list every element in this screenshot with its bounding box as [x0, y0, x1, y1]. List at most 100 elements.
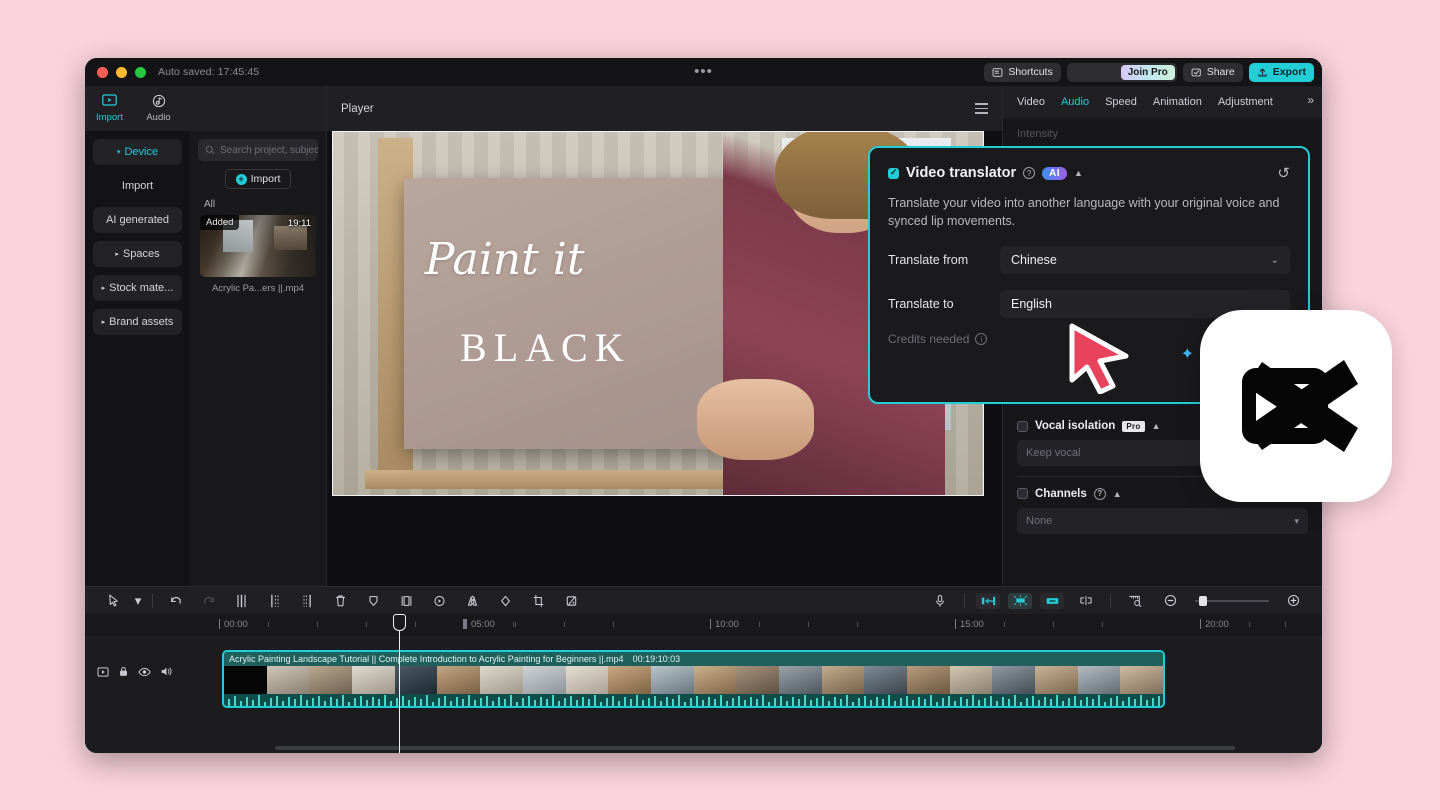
video-translator-checkbox[interactable] — [888, 167, 899, 179]
device-nav-list: ▾ Device Import AI generated ▸ Spaces ▸ — [85, 131, 190, 335]
tab-audio-inspector[interactable]: Audio — [1061, 96, 1089, 108]
credits-needed-label: Credits needed — [888, 332, 970, 347]
track-lock-icon[interactable] — [118, 666, 129, 680]
mirror-icon[interactable] — [456, 594, 489, 608]
media-panel-top — [190, 86, 326, 131]
media-section-label: All — [204, 199, 216, 210]
translator-description: Translate your video into another langua… — [888, 196, 1280, 229]
clip-duration: 00:19:10:03 — [632, 654, 681, 664]
export-icon — [1257, 67, 1268, 78]
media-item-thumbnail[interactable]: Added 19:11 — [200, 215, 316, 277]
player-title: Player — [341, 102, 374, 115]
translate-from-select[interactable]: Chinese ⌄ — [1000, 246, 1290, 275]
help-icon[interactable]: ? — [1093, 487, 1106, 500]
tab-import[interactable]: Import — [85, 94, 134, 123]
toolbar-divider — [152, 593, 153, 608]
snap-left-button[interactable] — [976, 592, 1000, 609]
trim-left-icon[interactable] — [258, 594, 291, 608]
trim-right-icon[interactable] — [291, 594, 324, 608]
share-button[interactable]: Share — [1182, 62, 1243, 82]
track-preview-icon[interactable] — [97, 666, 109, 680]
record-voiceover-icon[interactable] — [923, 594, 956, 608]
reset-icon[interactable]: ↺ — [1277, 164, 1290, 182]
shortcuts-icon — [992, 67, 1003, 78]
nav-item-ai-generated[interactable]: AI generated — [93, 207, 182, 233]
join-pro-button[interactable]: Join Pro — [1120, 64, 1175, 80]
zoom-out-icon[interactable] — [1154, 594, 1187, 607]
track-visibility-icon[interactable] — [138, 667, 151, 680]
close-window-icon[interactable] — [97, 66, 108, 78]
timeline-playhead[interactable] — [393, 614, 406, 753]
timeline-ruler[interactable]: 00:00 05:00 10:00 15:00 20:00 — [85, 614, 1322, 638]
ruler-tick-4: 20:00 — [1205, 619, 1229, 630]
capcut-logo — [1200, 310, 1392, 502]
marker-icon[interactable] — [357, 594, 390, 608]
nav-item-device[interactable]: ▾ Device — [93, 139, 182, 165]
tab-adjustment[interactable]: Adjustment — [1218, 96, 1273, 108]
auto-snap-button[interactable] — [1008, 592, 1032, 609]
split-icon[interactable] — [225, 594, 258, 608]
shortcuts-button[interactable]: Shortcuts — [984, 62, 1061, 82]
vocal-isolation-checkbox[interactable] — [1017, 420, 1028, 432]
playhead-grip[interactable] — [393, 614, 406, 631]
nav-item-import[interactable]: Import — [93, 173, 182, 199]
split-at-playhead-icon[interactable] — [1069, 595, 1102, 606]
nav-item-spaces[interactable]: ▸ Spaces — [93, 241, 182, 267]
translate-from-label: Translate from — [888, 253, 969, 268]
tab-animation[interactable]: Animation — [1153, 96, 1202, 108]
search-input[interactable]: Search project, subjects in — [198, 139, 318, 161]
preview-person-arm — [697, 379, 815, 460]
maximize-window-icon[interactable] — [135, 66, 146, 78]
collapse-icon[interactable]: ▲ — [1113, 489, 1122, 499]
collapse-icon[interactable]: ▲ — [1074, 168, 1083, 178]
help-icon[interactable]: ? — [1023, 167, 1036, 179]
reverse-icon[interactable] — [423, 594, 456, 608]
player-menu-icon[interactable] — [975, 103, 988, 114]
zoom-in-icon[interactable] — [1277, 594, 1310, 607]
nav-item-device-label: Device — [124, 146, 159, 158]
nav-item-stock-materials[interactable]: ▸ Stock mate... — [93, 275, 182, 301]
freeze-frame-icon[interactable] — [390, 594, 423, 608]
channels-checkbox[interactable] — [1017, 488, 1028, 499]
track-volume-icon[interactable] — [160, 666, 173, 680]
audio-icon — [134, 94, 183, 111]
export-button[interactable]: Export — [1248, 62, 1314, 82]
pro-pill[interactable]: Join Pro — [1066, 62, 1177, 82]
more-tabs-icon[interactable]: » — [1307, 93, 1314, 107]
timeline-horizontal-scrollbar[interactable] — [275, 746, 1235, 750]
chevron-right-icon: ▸ — [101, 284, 106, 292]
tab-video[interactable]: Video — [1017, 96, 1045, 108]
snap-right-button[interactable] — [1040, 592, 1064, 609]
window-controls[interactable]: Auto saved: 17:45:45 — [85, 66, 259, 78]
zoom-slider-knob[interactable] — [1199, 595, 1207, 606]
select-tool-icon[interactable] — [97, 594, 130, 607]
toolbar-divider — [964, 593, 965, 608]
timeline-toolbar-right — [923, 592, 1310, 609]
timeline-clip[interactable]: Acrylic Painting Landscape Tutorial || C… — [222, 650, 1165, 708]
minimize-window-icon[interactable] — [116, 66, 127, 78]
vocal-isolation-label: Vocal isolation — [1035, 420, 1116, 432]
tab-speed[interactable]: Speed — [1105, 96, 1137, 108]
zoom-slider[interactable] — [1195, 595, 1269, 606]
channels-select[interactable]: None ▾ — [1017, 508, 1308, 534]
info-icon[interactable]: i — [975, 333, 988, 346]
rotate-icon[interactable] — [489, 594, 522, 608]
crop-icon[interactable] — [522, 594, 555, 608]
timeline-zoom-fit-icon[interactable] — [1119, 595, 1152, 607]
screenshot-stage: Auto saved: 17:45:45 ••• Shortcuts Join … — [0, 0, 1440, 810]
search-icon — [205, 145, 215, 155]
translate-from-value: Chinese — [1011, 253, 1057, 268]
tab-audio[interactable]: Audio — [134, 94, 183, 123]
undo-icon[interactable] — [159, 594, 192, 607]
select-tool-dropdown-icon[interactable]: ▾ — [130, 593, 146, 609]
ruler-tick-1: 05:00 — [471, 619, 495, 630]
window-drag-handle[interactable]: ••• — [694, 64, 713, 79]
import-media-button[interactable]: + Import — [225, 169, 291, 189]
nav-item-brand-assets[interactable]: ▸ Brand assets — [93, 309, 182, 335]
mute-clip-icon[interactable] — [555, 594, 588, 608]
collapse-icon[interactable]: ▲ — [1152, 421, 1161, 431]
clip-thumbnail-strip — [224, 666, 1163, 694]
export-label: Export — [1272, 66, 1306, 78]
overlay-text-serif: BLACK — [460, 325, 631, 371]
delete-icon[interactable] — [324, 594, 357, 608]
